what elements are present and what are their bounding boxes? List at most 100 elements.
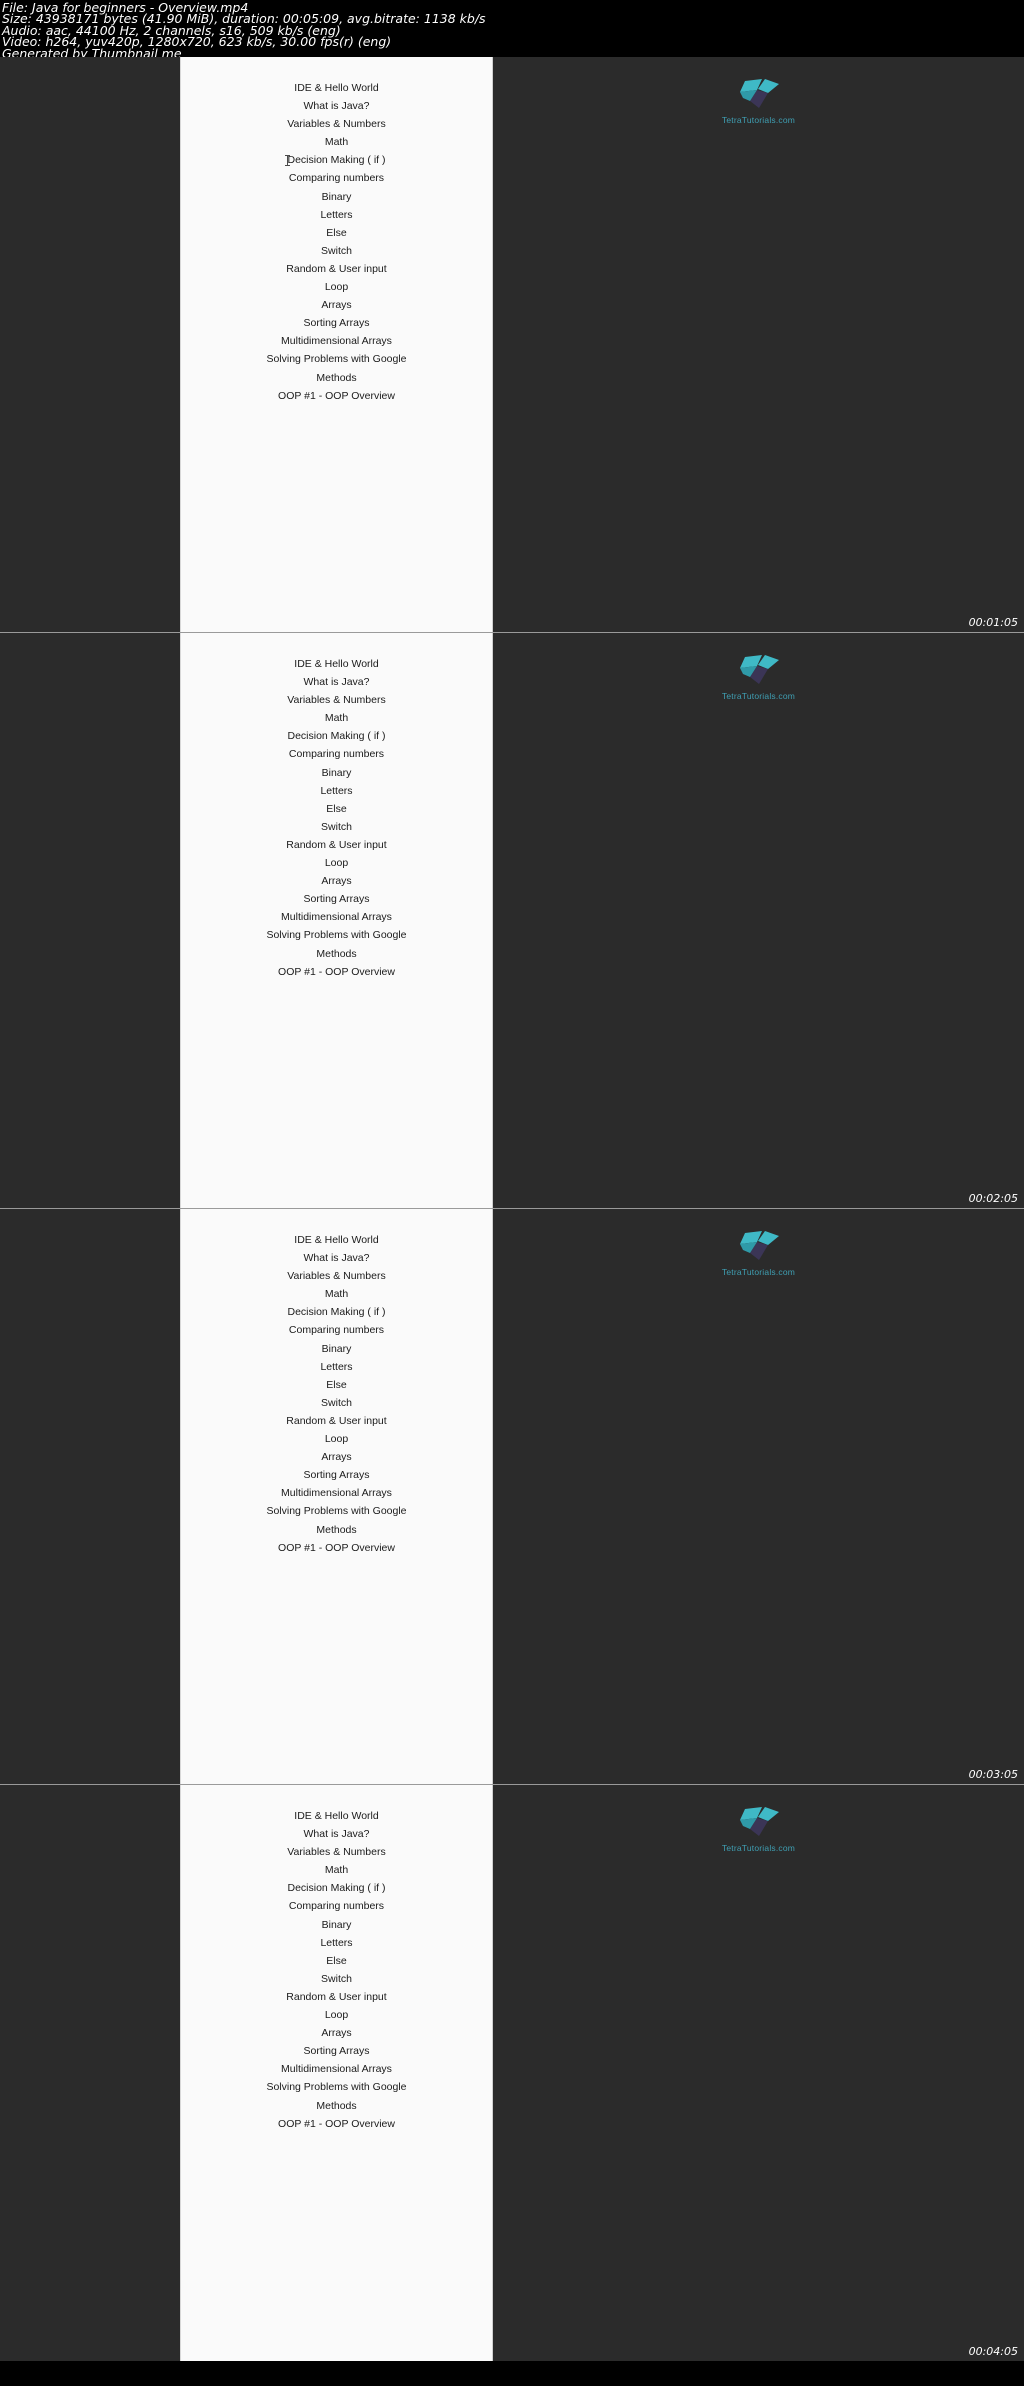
course-list-item: Multidimensional Arrays [281, 1487, 392, 1500]
slide-page: IDE & Hello World What is Java? Variable… [180, 633, 493, 1208]
course-list-item: Sorting Arrays [303, 2045, 370, 2058]
course-list-item: Sorting Arrays [303, 317, 370, 330]
brand-logo: TetraTutorials.com [684, 1805, 834, 1853]
slide-page: IDE & Hello World What is Java? Variable… [180, 1785, 493, 2361]
course-list-item: Multidimensional Arrays [281, 911, 392, 924]
course-list-item: OOP #1 - OOP Overview [278, 1541, 395, 1554]
course-list-item: What is Java? [303, 1828, 370, 1841]
course-list-item: Comparing numbers [288, 748, 385, 761]
frame-timestamp: 00:01:05 [968, 616, 1018, 629]
course-list-item: Arrays [321, 2027, 352, 2040]
course-list-item: Comparing numbers [288, 1324, 385, 1337]
course-list-item: Variables & Numbers [287, 118, 386, 131]
slide-left-gutter [0, 633, 180, 1208]
course-list-item: Solving Problems with Google [266, 2081, 407, 2094]
course-list-item: Math [324, 1288, 349, 1301]
slide-right-panel: TetraTutorials.com [493, 1209, 1024, 1784]
thumbnail-frame[interactable]: IDE & Hello World What is Java? Variable… [0, 1785, 1024, 2361]
course-list-item: Math [324, 1864, 349, 1877]
course-list-item: Decision Making ( if ) [287, 154, 386, 167]
course-list-item: Multidimensional Arrays [281, 2063, 392, 2076]
slide-page: IDE & Hello World What is Java? Variable… [180, 57, 493, 632]
course-list-item: What is Java? [303, 100, 370, 113]
course-list-item: Switch [321, 820, 352, 833]
course-list-item: Multidimensional Arrays [281, 335, 392, 348]
slide-right-panel: TetraTutorials.com [493, 57, 1024, 632]
brand-logo: TetraTutorials.com [684, 1229, 834, 1277]
course-outline-list: IDE & Hello World What is Java? Variable… [181, 1785, 492, 2133]
course-list-item: Arrays [321, 299, 352, 312]
course-list-item: Variables & Numbers [287, 1846, 386, 1859]
course-list-item: Else [326, 1378, 347, 1391]
course-list-item: IDE & Hello World [294, 1234, 379, 1246]
course-list-item: Binary [321, 766, 352, 779]
course-list-item: Methods [316, 2099, 357, 2112]
course-list-item: IDE & Hello World [294, 658, 379, 670]
course-list-item: Switch [321, 1972, 352, 1985]
course-list-item: Comparing numbers [288, 1900, 385, 1913]
course-list-item: Random & User input [286, 838, 387, 851]
course-list-item: Decision Making ( if ) [287, 730, 386, 743]
course-list-item: Arrays [321, 875, 352, 888]
course-list-item: Switch [321, 1396, 352, 1409]
course-list-item: Letters [320, 784, 353, 797]
course-list-item: Sorting Arrays [303, 1469, 370, 1482]
slide-left-gutter [0, 1785, 180, 2361]
course-list-item: What is Java? [303, 1252, 370, 1265]
course-list-item: Solving Problems with Google [266, 1505, 407, 1518]
thumbnail-frame[interactable]: IDE & Hello World What is Java? Variable… [0, 633, 1024, 1209]
brand-logo-text: TetraTutorials.com [721, 1267, 796, 1277]
course-list-item: Loop [324, 1433, 349, 1446]
course-list-item: Letters [320, 208, 353, 221]
slide-left-gutter [0, 1209, 180, 1784]
slide-right-panel: TetraTutorials.com [493, 633, 1024, 1208]
course-list-item: Solving Problems with Google [266, 929, 407, 942]
course-list-item: Binary [321, 1918, 352, 1931]
course-list-item: Math [324, 136, 349, 149]
brand-logo-text: TetraTutorials.com [721, 115, 796, 125]
tetra-logo-icon [739, 655, 779, 684]
course-list-item: Random & User input [286, 1414, 387, 1427]
course-list-item: Letters [320, 1936, 353, 1949]
thumbnail-frame[interactable]: IDE & Hello World What is Java? Variable… [0, 57, 1024, 633]
course-list-item: Decision Making ( if ) [287, 1882, 386, 1895]
course-list-item: Else [326, 802, 347, 815]
course-list-item: OOP #1 - OOP Overview [278, 389, 395, 402]
contact-sheet: File: Java for beginners - Overview.mp4 … [0, 0, 1024, 2386]
course-list-item: Letters [320, 1360, 353, 1373]
tetra-logo-icon [739, 1807, 779, 1836]
course-list-item: Methods [316, 1523, 357, 1536]
course-outline-list: IDE & Hello World What is Java? Variable… [181, 1209, 492, 1557]
course-list-item: What is Java? [303, 676, 370, 689]
brand-logo: TetraTutorials.com [684, 653, 834, 701]
course-list-item: Switch [321, 244, 352, 257]
brand-logo-text: TetraTutorials.com [721, 691, 796, 701]
brand-logo-text: TetraTutorials.com [721, 1843, 796, 1853]
thumbnail-frame[interactable]: IDE & Hello World What is Java? Variable… [0, 1209, 1024, 1785]
course-list-item: Sorting Arrays [303, 893, 370, 906]
frame-timestamp: 00:03:05 [968, 1768, 1018, 1781]
course-list-item: OOP #1 - OOP Overview [278, 2117, 395, 2130]
course-list-item: IDE & Hello World [294, 1810, 379, 1822]
tetra-logo-icon [739, 79, 779, 108]
course-outline-list: IDE & Hello World What is Java? Variable… [181, 57, 492, 405]
course-outline-list: IDE & Hello World What is Java? Variable… [181, 633, 492, 981]
thumbnail-grid: IDE & Hello World What is Java? Variable… [0, 57, 1024, 2361]
course-list-item: Solving Problems with Google [266, 353, 407, 366]
course-list-item: Loop [324, 857, 349, 870]
slide-right-panel: TetraTutorials.com [493, 1785, 1024, 2361]
course-list-item: Loop [324, 2009, 349, 2022]
brand-logo: TetraTutorials.com [684, 77, 834, 125]
slide-left-gutter [0, 57, 180, 632]
text-cursor-icon [285, 155, 290, 166]
course-list-item: Variables & Numbers [287, 1270, 386, 1283]
video-metadata-block: File: Java for beginners - Overview.mp4 … [0, 0, 1024, 60]
course-list-item: Decision Making ( if ) [287, 1306, 386, 1319]
course-list-item: Random & User input [286, 262, 387, 275]
tetra-logo-icon [739, 1231, 779, 1260]
course-list-item: Methods [316, 371, 357, 384]
course-list-item: Binary [321, 1342, 352, 1355]
course-list-item: Binary [321, 190, 352, 203]
course-list-item: IDE & Hello World [294, 82, 379, 94]
course-list-item: Comparing numbers [288, 172, 385, 185]
